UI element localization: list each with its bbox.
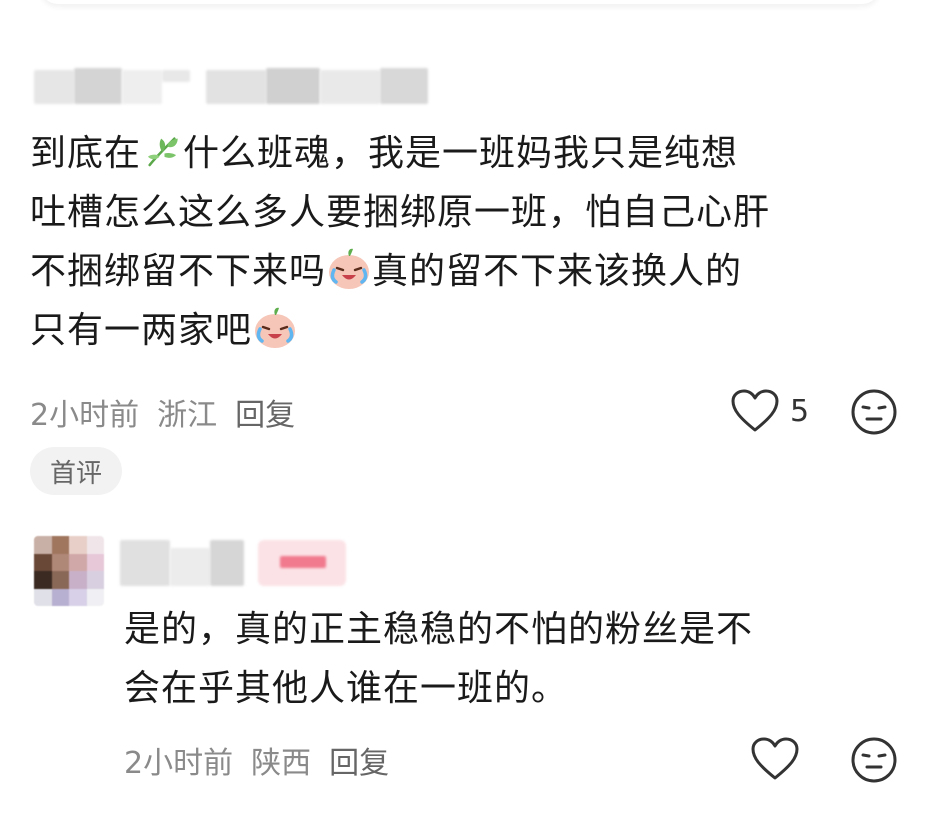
crying-laugh-emoji-icon (255, 307, 296, 348)
comment-2-meta: 2小时前 陕西 回复 (124, 738, 389, 782)
reply-button[interactable]: 回复 (329, 738, 389, 782)
react-button[interactable] (850, 388, 898, 436)
previous-card-edge (40, 0, 880, 4)
text-line: 不捆绑留不下来吗 真的留不下来该换人的 (30, 242, 770, 301)
like-button[interactable]: 5 (730, 388, 809, 434)
reply-button[interactable]: 回复 (235, 390, 295, 434)
react-button[interactable] (850, 736, 898, 784)
comment-thread: 到底在 什么班魂，我是一班妈我只是纯想 吐槽怎么这么多人要捆绑原一班，怕自己心肝… (0, 0, 946, 838)
location: 陕西 (251, 746, 312, 781)
heart-outline-icon (731, 389, 779, 432)
neutral-face-icon (851, 737, 897, 783)
avatar[interactable] (34, 536, 104, 606)
heart-outline-icon (751, 737, 799, 780)
text-line: 是的，真的正主稳稳的不怕的粉丝是不 (124, 609, 754, 650)
timestamp: 2小时前 (30, 398, 140, 433)
text-line: 吐槽怎么这么多人要捆绑原一班，怕自己心肝 (30, 192, 771, 233)
like-button[interactable] (750, 736, 800, 782)
text-line: 会在乎其他人谁在一班的。 (124, 668, 569, 709)
comment-1-text: 到底在 什么班魂，我是一班妈我只是纯想 吐槽怎么这么多人要捆绑原一班，怕自己心肝… (30, 124, 770, 360)
comment-1-meta: 2小时前 浙江 回复 (30, 390, 295, 434)
text-line: 到底在 什么班魂，我是一班妈我只是纯想 (30, 133, 739, 174)
plant-sprout-icon (147, 137, 178, 167)
comment-2-text: 是的，真的正主稳稳的不怕的粉丝是不 会在乎其他人谁在一班的。 (124, 600, 753, 718)
text-line: 只有一两家吧 (30, 301, 770, 360)
neutral-face-icon (851, 389, 897, 435)
location: 浙江 (157, 398, 218, 433)
like-count: 5 (790, 393, 810, 429)
first-comment-badge: 首评 (30, 447, 122, 495)
crying-laugh-emoji-icon (329, 248, 370, 289)
timestamp: 2小时前 (124, 746, 234, 781)
